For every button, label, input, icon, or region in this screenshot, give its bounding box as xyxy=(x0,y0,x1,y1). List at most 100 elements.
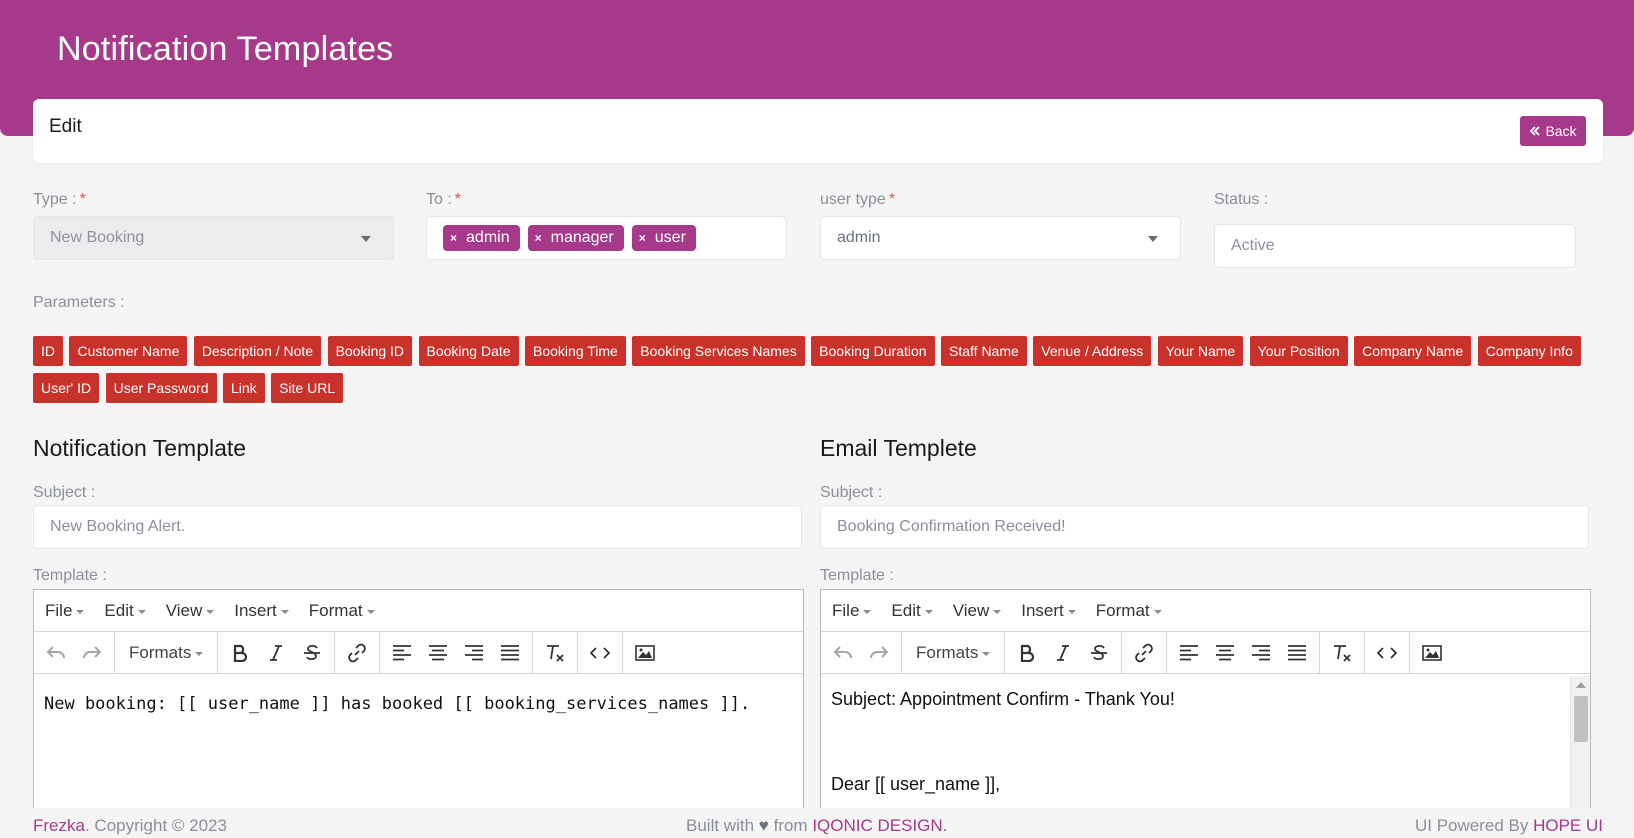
link-icon[interactable] xyxy=(339,636,375,670)
menu-insert[interactable]: Insert xyxy=(1021,601,1076,621)
notification-editor-content[interactable]: New booking: [[ user_name ]] has booked … xyxy=(34,674,803,740)
param-tag[interactable]: Staff Name xyxy=(941,336,1027,366)
param-tag[interactable]: User' ID xyxy=(33,373,100,403)
menu-edit[interactable]: Edit xyxy=(104,601,146,621)
align-center-icon[interactable] xyxy=(1207,636,1243,670)
notification-editor: File Edit View Insert Format Formats New… xyxy=(33,589,804,819)
image-icon[interactable] xyxy=(627,636,663,670)
align-right-icon[interactable] xyxy=(1243,636,1279,670)
param-tag[interactable]: Customer Name xyxy=(69,336,188,366)
back-button[interactable]: Back xyxy=(1520,116,1586,146)
email-editor-scrollbar[interactable] xyxy=(1570,676,1590,818)
email-subject-input[interactable]: Booking Confirmation Received! xyxy=(820,505,1589,549)
user-type-select-value: admin xyxy=(837,229,881,246)
formats-dropdown[interactable]: Formats xyxy=(906,643,1000,663)
undo-icon[interactable] xyxy=(38,636,74,670)
source-code-icon[interactable] xyxy=(582,636,618,670)
param-tag[interactable]: Venue / Address xyxy=(1033,336,1152,366)
align-left-icon[interactable] xyxy=(1171,636,1207,670)
strikethrough-icon[interactable] xyxy=(294,636,330,670)
param-tag[interactable]: User Password xyxy=(105,373,217,403)
undo-icon[interactable] xyxy=(825,636,861,670)
email-content-line: Dear [[ user_name ]], xyxy=(831,774,1001,794)
chevron-down-icon xyxy=(1148,236,1158,242)
param-tag[interactable]: Company Name xyxy=(1354,336,1472,366)
editor-menubar: File Edit View Insert Format xyxy=(34,590,803,632)
menu-file[interactable]: File xyxy=(832,601,872,621)
footer: Frezka. Copyright © 2023 Built with ♥ fr… xyxy=(0,808,1634,838)
param-tag[interactable]: Booking Services Names xyxy=(632,336,805,366)
page-title: Notification Templates xyxy=(57,30,394,68)
formats-dropdown[interactable]: Formats xyxy=(119,643,213,663)
email-subject-value: Booking Confirmation Received! xyxy=(837,518,1066,535)
menu-edit[interactable]: Edit xyxy=(891,601,933,621)
footer-built-with: Built with ♥ from IQONIC DESIGN. xyxy=(686,816,948,835)
redo-icon[interactable] xyxy=(74,636,110,670)
menu-view[interactable]: View xyxy=(953,601,1002,621)
notification-template-title: Notification Template xyxy=(33,435,247,461)
hope-ui-link[interactable]: HOPE UI xyxy=(1533,816,1603,835)
param-tag[interactable]: Site URL xyxy=(271,373,344,403)
remove-tag-icon[interactable]: × xyxy=(535,231,542,245)
remove-tag-icon[interactable]: × xyxy=(450,231,457,245)
param-tag[interactable]: Link xyxy=(222,373,265,403)
to-multiselect[interactable]: × admin × manager × user xyxy=(426,216,787,260)
to-tag-manager[interactable]: × manager xyxy=(527,225,624,251)
align-justify-icon[interactable] xyxy=(492,636,528,670)
param-tag[interactable]: Your Name xyxy=(1157,336,1244,366)
brand-link[interactable]: Frezka xyxy=(33,816,85,835)
align-center-icon[interactable] xyxy=(420,636,456,670)
param-tag[interactable]: Booking Duration xyxy=(811,336,935,366)
menu-file[interactable]: File xyxy=(45,601,85,621)
scroll-up-icon[interactable] xyxy=(1576,682,1586,688)
source-code-icon[interactable] xyxy=(1369,636,1405,670)
status-label: Status : xyxy=(1214,191,1269,208)
status-field[interactable]: Active xyxy=(1214,224,1576,268)
iqonic-design-link[interactable]: IQONIC DESIGN xyxy=(812,816,942,835)
italic-icon[interactable] xyxy=(258,636,294,670)
parameters-list: ID Customer Name Description / Note Book… xyxy=(33,336,1603,410)
menu-view[interactable]: View xyxy=(166,601,215,621)
email-subject-label: Subject : xyxy=(820,484,883,501)
type-select[interactable]: New Booking xyxy=(33,216,394,260)
align-right-icon[interactable] xyxy=(456,636,492,670)
to-tag-admin[interactable]: × admin xyxy=(443,225,520,251)
status-value: Active xyxy=(1231,237,1275,254)
param-tag[interactable]: Description / Note xyxy=(193,336,322,366)
redo-icon[interactable] xyxy=(861,636,897,670)
type-select-value: New Booking xyxy=(50,229,145,246)
align-left-icon[interactable] xyxy=(384,636,420,670)
to-label: To : * xyxy=(426,191,462,208)
scrollbar-thumb[interactable] xyxy=(1574,696,1588,742)
param-tag[interactable]: Booking ID xyxy=(327,336,413,366)
editor-toolbar: Formats xyxy=(821,632,1590,674)
param-tag[interactable]: Your Position xyxy=(1249,336,1348,366)
menu-insert[interactable]: Insert xyxy=(234,601,289,621)
image-icon[interactable] xyxy=(1414,636,1450,670)
clear-formatting-icon[interactable] xyxy=(537,636,573,670)
user-type-select[interactable]: admin xyxy=(820,216,1181,260)
email-template-title: Email Templete xyxy=(820,435,977,461)
editor-toolbar: Formats xyxy=(34,632,803,674)
param-tag[interactable]: ID xyxy=(33,336,63,366)
bold-icon[interactable] xyxy=(1009,636,1045,670)
parameters-label: Parameters : xyxy=(33,294,125,311)
param-tag[interactable]: Booking Time xyxy=(525,336,626,366)
strikethrough-icon[interactable] xyxy=(1081,636,1117,670)
remove-tag-icon[interactable]: × xyxy=(639,231,646,245)
menu-format[interactable]: Format xyxy=(1096,601,1162,621)
email-template-label: Template : xyxy=(820,567,894,584)
notification-subject-input[interactable]: New Booking Alert. xyxy=(33,505,802,549)
clear-formatting-icon[interactable] xyxy=(1324,636,1360,670)
link-icon[interactable] xyxy=(1126,636,1162,670)
card-title: Edit xyxy=(49,116,82,137)
bold-icon[interactable] xyxy=(222,636,258,670)
align-justify-icon[interactable] xyxy=(1279,636,1315,670)
menu-format[interactable]: Format xyxy=(309,601,375,621)
param-tag[interactable]: Company Info xyxy=(1477,336,1581,366)
notification-subject-value: New Booking Alert. xyxy=(50,518,186,535)
email-editor-content[interactable]: Subject: Appointment Confirm - Thank You… xyxy=(821,674,1590,818)
to-tag-user[interactable]: × user xyxy=(631,225,696,251)
param-tag[interactable]: Booking Date xyxy=(418,336,519,366)
italic-icon[interactable] xyxy=(1045,636,1081,670)
